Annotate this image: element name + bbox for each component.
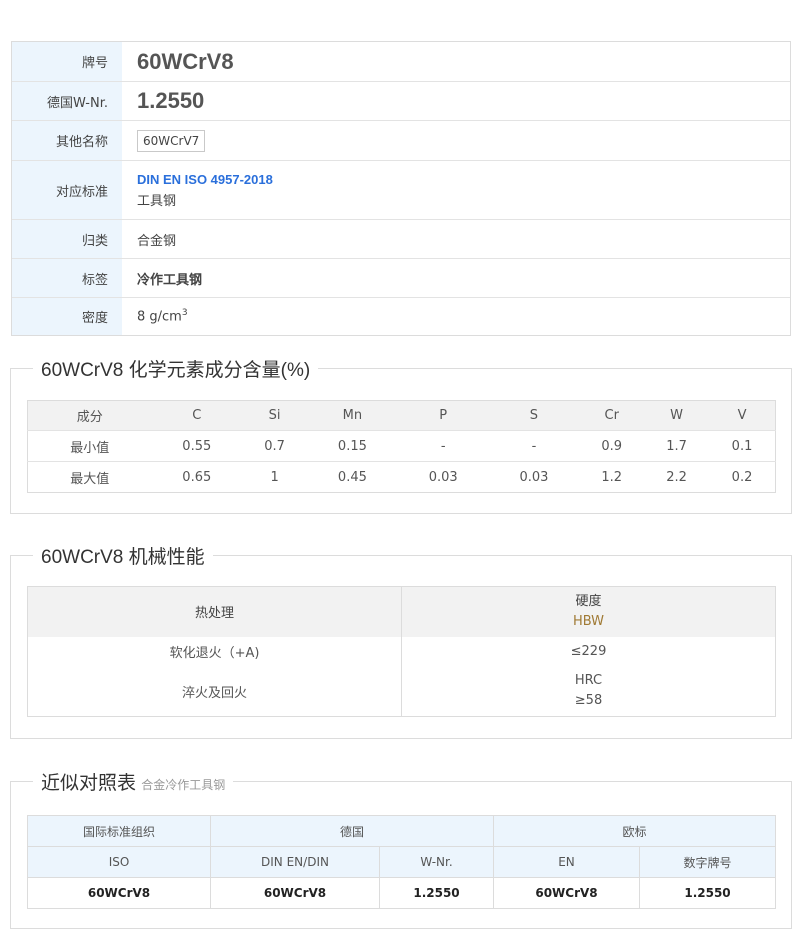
subheader-en: EN	[493, 846, 640, 878]
subheader-din: DIN EN/DIN	[210, 846, 380, 878]
chem-cell: 0.55	[151, 430, 243, 462]
standard-subtitle: 工具钢	[137, 193, 177, 209]
other-name-chip[interactable]: 60WCrV7	[137, 129, 206, 152]
wnr-value: 1.2550	[137, 88, 205, 113]
info-row-density: 密度 8 g/cm3	[12, 297, 790, 335]
chem-header-cell: Mn	[307, 400, 398, 431]
other-names-label: 其他名称	[12, 121, 122, 160]
standard-link[interactable]: DIN EN ISO 4957-2018	[137, 172, 790, 187]
grade-value: 60WCrV8	[137, 48, 234, 74]
treatment-cell: 软化退火（+A)	[27, 636, 402, 667]
hardness-header-label: 硬度	[575, 593, 602, 609]
cmp-cell-number[interactable]: 1.2550	[640, 878, 776, 909]
mechanical-header-row: 热处理 硬度 HBW	[27, 586, 776, 637]
chem-cell: 0.45	[337, 469, 367, 485]
category-value: 合金钢	[137, 233, 177, 249]
mechanical-title: 60WCrV8 机械性能	[33, 542, 213, 569]
comparison-title: 近似对照表 合金冷作工具钢	[33, 768, 234, 795]
chem-header-cell: P	[397, 400, 489, 431]
chem-cell: 0.7	[242, 430, 308, 462]
info-row-category: 归类 合金钢	[12, 219, 790, 258]
category-label: 归类	[12, 220, 122, 258]
table-row: 60WCrV8 60WCrV8 1.2550 60WCrV8 1.2550	[27, 877, 776, 909]
subheader-wnr: W-Nr.	[379, 846, 494, 878]
chem-cell: 最大值	[70, 471, 110, 487]
chem-cell: 0.1	[709, 430, 776, 462]
chem-cell: 1	[270, 469, 279, 485]
cmp-cell-din[interactable]: 60WCrV8	[210, 877, 380, 909]
info-row-other-names: 其他名称 60WCrV7	[12, 120, 790, 160]
chem-header-cell: Si	[242, 400, 308, 431]
treatment-cell: 淬火及回火	[27, 666, 402, 717]
group-header-germany: 德国	[210, 815, 494, 847]
cmp-cell-wnr[interactable]: 1.2550	[379, 877, 494, 909]
info-row-grade: 牌号 60WCrV8	[12, 42, 790, 81]
info-row-standard: 对应标准 DIN EN ISO 4957-2018 工具钢	[12, 160, 790, 219]
table-row: 淬火及回火 HRC ≥58	[27, 666, 776, 717]
standard-label: 对应标准	[12, 161, 122, 219]
cmp-cell-en[interactable]: 60WCrV8	[493, 877, 640, 909]
wnr-label: 德国W-Nr.	[12, 82, 122, 120]
table-row: 最大值 0.65 1 0.45 0.03 0.03 1.2 2.2 0.2	[28, 462, 776, 493]
chem-cell: 0.9	[579, 430, 645, 462]
table-row: 软化退火（+A) ≤229	[27, 636, 776, 667]
info-row-tag: 标签 冷作工具钢	[12, 258, 790, 297]
mechanical-table: 热处理 硬度 HBW 软化退火（+A) ≤229 淬火及回火 HRC ≥58	[27, 586, 776, 717]
comparison-table: 国际标准组织 德国 欧标 ISO DIN EN/DIN W-Nr. EN 数字牌…	[27, 815, 776, 909]
hardness-unit: HBW	[572, 613, 605, 629]
comparison-subtitle: 合金冷作工具钢	[141, 778, 226, 792]
chem-cell: 0.03	[428, 469, 458, 485]
chem-cell: 0.2	[731, 469, 753, 485]
chem-cell: 1.7	[644, 430, 710, 462]
chemistry-section: 60WCrV8 化学元素成分含量(%) 成分 C Si Mn P S Cr W …	[10, 355, 792, 514]
chem-cell: 2.2	[666, 469, 687, 485]
density-value: 8 g/cm3	[137, 308, 188, 325]
cmp-cell-iso[interactable]: 60WCrV8	[27, 877, 211, 909]
density-label: 密度	[12, 298, 122, 335]
chem-header-cell: W	[644, 400, 710, 431]
heat-treatment-header: 热处理	[27, 586, 402, 637]
comparison-section: 近似对照表 合金冷作工具钢 国际标准组织 德国 欧标 ISO DIN EN/DI…	[10, 768, 792, 929]
hardness-value: ≥58	[574, 693, 603, 709]
comparison-title-text: 近似对照表	[41, 773, 137, 794]
comparison-subheader-row: ISO DIN EN/DIN W-Nr. EN 数字牌号	[27, 846, 776, 878]
hardness-cell: HRC ≥58	[402, 667, 776, 717]
chemistry-table: 成分 C Si Mn P S Cr W V 最小值 0.55 0.7 0.15 …	[27, 400, 776, 493]
hardness-header: 硬度 HBW	[401, 586, 776, 637]
chem-header-cell: C	[151, 400, 243, 431]
subheader-iso: ISO	[27, 846, 211, 878]
hardness-cell: ≤229	[570, 644, 607, 659]
chem-cell: 1.2	[601, 469, 623, 485]
chem-cell: -	[488, 430, 580, 462]
chemistry-title: 60WCrV8 化学元素成分含量(%)	[33, 355, 319, 382]
table-row: 最小值 0.55 0.7 0.15 - - 0.9 1.7 0.1	[27, 430, 776, 462]
grade-label: 牌号	[12, 42, 122, 81]
material-info-table: 牌号 60WCrV8 德国W-Nr. 1.2550 其他名称 60WCrV7 对…	[11, 41, 791, 336]
subheader-number: 数字牌号	[639, 846, 776, 878]
chem-cell: 0.65	[182, 469, 212, 485]
tag-label: 标签	[12, 259, 122, 297]
chemistry-header-row: 成分 C Si Mn P S Cr W V	[27, 400, 776, 431]
chem-header-cell: S	[488, 400, 580, 431]
tag-value[interactable]: 冷作工具钢	[137, 269, 790, 288]
chem-header-cell: Cr	[579, 400, 645, 431]
comparison-group-row: 国际标准组织 德国 欧标	[27, 815, 776, 847]
chem-cell: 最小值	[27, 430, 152, 462]
chem-cell: 0.03	[519, 469, 549, 485]
group-header-europe: 欧标	[493, 815, 776, 847]
info-row-wnr: 德国W-Nr. 1.2550	[12, 81, 790, 120]
chem-cell: 0.15	[307, 430, 398, 462]
group-header-iso: 国际标准组织	[27, 815, 211, 847]
chem-header-cell: V	[709, 400, 776, 431]
mechanical-section: 60WCrV8 机械性能 热处理 硬度 HBW 软化退火（+A) ≤229 淬火…	[10, 542, 792, 739]
chem-cell: -	[397, 430, 489, 462]
hardness-scale: HRC	[574, 673, 603, 689]
chem-header-cell: 成分	[27, 400, 152, 431]
